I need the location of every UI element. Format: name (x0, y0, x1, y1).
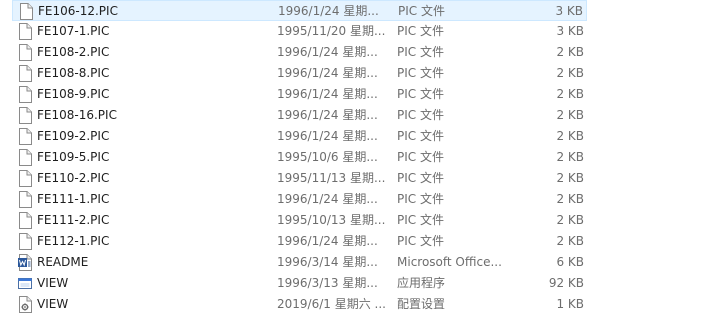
file-type: PIC 文件 (397, 129, 444, 143)
file-row[interactable]: VIEW 1996/3/13 星期... 应用程序 92 KB (12, 273, 587, 294)
config-settings-icon (18, 296, 32, 313)
file-type: PIC 文件 (397, 24, 444, 38)
file-row[interactable]: FE111-1.PIC 1996/1/24 星期... PIC 文件 2 KB (12, 189, 587, 210)
file-icon (18, 65, 32, 82)
file-icon (19, 3, 33, 20)
file-size: 2 KB (556, 108, 584, 122)
file-name: FE109-2.PIC (37, 129, 110, 143)
file-type: PIC 文件 (397, 192, 444, 206)
file-name: FE108-2.PIC (37, 45, 110, 59)
file-size: 2 KB (556, 234, 584, 248)
file-size: 2 KB (556, 66, 584, 80)
file-date-modified: 1996/3/14 星期... (277, 255, 378, 269)
file-date-modified: 1996/1/24 星期... (277, 129, 378, 143)
file-icon (18, 86, 32, 103)
file-name: FE109-5.PIC (37, 150, 110, 164)
file-date-modified: 1996/1/24 星期... (278, 4, 379, 18)
file-name: FE107-1.PIC (37, 24, 110, 38)
file-type: Microsoft Office... (397, 255, 502, 269)
file-icon (18, 23, 32, 40)
file-name: FE106-12.PIC (38, 4, 118, 18)
file-type: PIC 文件 (397, 87, 444, 101)
file-size: 2 KB (556, 150, 584, 164)
file-date-modified: 1996/1/24 星期... (277, 66, 378, 80)
file-name: FE112-1.PIC (37, 234, 110, 248)
file-size: 3 KB (556, 24, 584, 38)
file-type: PIC 文件 (397, 171, 444, 185)
file-name: FE108-9.PIC (37, 87, 110, 101)
file-size: 2 KB (556, 87, 584, 101)
file-icon (18, 233, 32, 250)
file-date-modified: 1996/1/24 星期... (277, 234, 378, 248)
file-icon (18, 212, 32, 229)
file-icon (18, 128, 32, 145)
file-row[interactable]: FE111-2.PIC 1995/10/13 星期... PIC 文件 2 KB (12, 210, 587, 231)
file-type: PIC 文件 (397, 234, 444, 248)
file-type: 应用程序 (397, 276, 446, 290)
file-icon (18, 191, 32, 208)
file-row[interactable]: FE108-8.PIC 1996/1/24 星期... PIC 文件 2 KB (12, 63, 587, 84)
file-name: VIEW (37, 297, 69, 311)
file-date-modified: 1996/1/24 星期... (277, 108, 378, 122)
file-name: FE111-2.PIC (37, 213, 110, 227)
file-size: 3 KB (555, 4, 583, 18)
file-date-modified: 1996/1/24 星期... (277, 45, 378, 59)
file-size: 2 KB (556, 171, 584, 185)
file-name: FE108-16.PIC (37, 108, 117, 122)
file-icon (18, 170, 32, 187)
file-row[interactable]: FE112-1.PIC 1996/1/24 星期... PIC 文件 2 KB (12, 231, 587, 252)
file-date-modified: 1995/11/20 星期... (277, 24, 386, 38)
file-type: PIC 文件 (398, 4, 445, 18)
file-icon (18, 44, 32, 61)
file-type: PIC 文件 (397, 213, 444, 227)
file-icon (18, 107, 32, 124)
file-row[interactable]: FE107-1.PIC 1995/11/20 星期... PIC 文件 3 KB (12, 21, 587, 42)
file-row[interactable]: FE106-12.PIC 1996/1/24 星期... PIC 文件 3 KB (12, 0, 587, 21)
file-size: 6 KB (556, 255, 584, 269)
application-icon (18, 275, 32, 292)
file-size: 92 KB (548, 276, 584, 290)
file-size: 2 KB (556, 129, 584, 143)
file-row[interactable]: FE109-2.PIC 1996/1/24 星期... PIC 文件 2 KB (12, 126, 587, 147)
file-icon (18, 149, 32, 166)
file-size: 2 KB (556, 192, 584, 206)
file-date-modified: 1996/1/24 星期... (277, 87, 378, 101)
file-date-modified: 1995/10/6 星期... (277, 150, 378, 164)
file-row[interactable]: FE108-16.PIC 1996/1/24 星期... PIC 文件 2 KB (12, 105, 587, 126)
file-size: 2 KB (556, 213, 584, 227)
file-name: VIEW (37, 276, 69, 290)
file-row[interactable]: FE109-5.PIC 1995/10/6 星期... PIC 文件 2 KB (12, 147, 587, 168)
file-name: FE108-8.PIC (37, 66, 110, 80)
file-row[interactable]: FE108-2.PIC 1996/1/24 星期... PIC 文件 2 KB (12, 42, 587, 63)
file-name: README (37, 255, 89, 269)
file-date-modified: 2019/6/1 星期六 ... (277, 297, 386, 311)
file-date-modified: 1996/3/13 星期... (277, 276, 378, 290)
file-row[interactable]: README 1996/3/14 星期... Microsoft Office...… (12, 252, 587, 273)
file-date-modified: 1995/11/13 星期... (277, 171, 386, 185)
file-type: 配置设置 (397, 297, 446, 311)
file-name: FE110-2.PIC (37, 171, 110, 185)
file-date-modified: 1995/10/13 星期... (277, 213, 386, 227)
file-name: FE111-1.PIC (37, 192, 110, 206)
file-row[interactable]: VIEW 2019/6/1 星期六 ... 配置设置 1 KB (12, 294, 587, 315)
file-row[interactable]: FE108-9.PIC 1996/1/24 星期... PIC 文件 2 KB (12, 84, 587, 105)
file-size: 1 KB (556, 297, 584, 311)
file-size: 2 KB (556, 45, 584, 59)
file-type: PIC 文件 (397, 150, 444, 164)
file-date-modified: 1996/1/24 星期... (277, 192, 378, 206)
word-doc-icon (18, 254, 32, 271)
file-type: PIC 文件 (397, 66, 444, 80)
file-row[interactable]: FE110-2.PIC 1995/11/13 星期... PIC 文件 2 KB (12, 168, 587, 189)
file-type: PIC 文件 (397, 108, 444, 122)
file-type: PIC 文件 (397, 45, 444, 59)
